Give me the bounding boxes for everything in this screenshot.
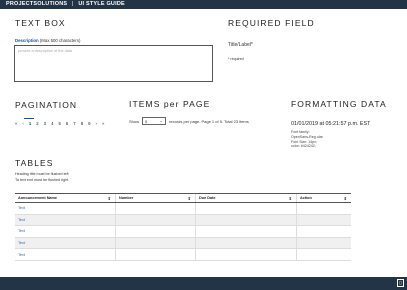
column-header-due-date[interactable]: Due Date ⇕ <box>196 194 297 202</box>
table-row: Text <box>15 203 351 215</box>
prev-page-link[interactable]: ‹ <box>22 121 25 126</box>
table-cell-link[interactable]: Text <box>15 214 116 226</box>
column-header-label: Announcement Name <box>18 196 58 200</box>
table-cell <box>116 249 196 260</box>
description-label-text: Description <box>15 38 39 43</box>
sort-icon[interactable]: ⇕ <box>344 196 347 201</box>
table-cell <box>116 226 196 237</box>
table-cell-link[interactable]: Text <box>15 237 116 249</box>
page-link-6[interactable]: 6 <box>66 121 70 126</box>
table-note-2: Ta text end must be flushed right <box>15 178 69 182</box>
data-table: Announcement Name ⇕ Number ⇕ Due Date ⇕ Act… <box>15 193 351 261</box>
page-link-2[interactable]: 2 <box>36 121 40 126</box>
table-row: Text <box>15 249 351 261</box>
description-textarea[interactable]: provide a description of the data <box>14 45 213 82</box>
table-cell <box>196 237 297 249</box>
table-cell <box>116 203 196 214</box>
column-header-announcement[interactable]: Announcement Name ⇕ <box>15 194 116 202</box>
next-page-link[interactable]: › <box>96 121 99 126</box>
textbox-heading: TEXT BOX <box>15 18 66 28</box>
items-per-page-heading: ITEMS per PAGE <box>129 99 211 109</box>
description-placeholder: provide a description of the data <box>18 49 73 53</box>
font-spec-line: OpenSans-Reg.ular <box>291 134 323 139</box>
column-header-label: Due Date <box>199 196 216 200</box>
column-header-label: Action <box>300 196 312 200</box>
page-link-1[interactable]: 1 <box>29 121 33 126</box>
sort-icon[interactable]: ⇕ <box>289 196 292 201</box>
section-title: UI STYLE GUIDE <box>78 1 125 7</box>
font-spec-line: color: #424242; <box>291 144 316 149</box>
description-hint: (Max 500 characters) <box>39 38 81 43</box>
table-cell <box>196 226 297 237</box>
table-cell <box>116 237 196 249</box>
tables-heading: TABLES <box>15 158 54 168</box>
scroll-top-icon[interactable]: ▯ <box>397 279 404 287</box>
required-heading: REQUIRED FIELD <box>228 18 315 28</box>
table-cell-link[interactable]: Text <box>15 249 116 260</box>
table-cell <box>297 238 351 249</box>
last-page-link[interactable]: » <box>102 121 106 126</box>
page-link-5[interactable]: 5 <box>58 121 62 126</box>
records-summary: records per page. Page 1 of 5. Total 23 … <box>169 118 249 124</box>
column-header-number[interactable]: Number ⇕ <box>116 194 196 202</box>
pagination-heading: PAGINATION <box>15 100 78 110</box>
items-per-page-value: 5 <box>145 118 148 124</box>
items-per-page-control: Show 5 ⌄ records per page. Page 1 of 5. … <box>129 117 249 125</box>
formatted-datetime: 01/01/2019 at 05:21:57 p.m. EST <box>291 121 371 127</box>
current-page-indicator <box>24 118 34 119</box>
chevron-down-icon: ⌄ <box>159 118 164 123</box>
page-link-7[interactable]: 7 <box>73 121 77 126</box>
table-cell <box>297 249 351 260</box>
formatting-heading: FORMATTING DATA <box>291 99 387 109</box>
table-row: Text <box>15 226 351 238</box>
description-label: Description (Max 500 characters) <box>15 38 80 43</box>
column-header-action[interactable]: Action ⇕ <box>297 194 351 202</box>
table-row: Text <box>15 214 351 227</box>
table-header-row: Announcement Name ⇕ Number ⇕ Due Date ⇕ Act… <box>15 194 351 203</box>
brand-name[interactable]: PROJECTSOLUTIONS <box>6 1 67 7</box>
table-cell <box>297 215 351 226</box>
table-cell <box>297 226 351 237</box>
title-label-field[interactable]: Title/Label* <box>228 42 253 48</box>
footer-bar: ▯ <box>0 277 407 290</box>
pagination-control[interactable]: « ‹ 1 2 3 4 5 6 7 8 9 › » <box>15 121 106 126</box>
table-cell <box>196 214 297 226</box>
table-cell <box>196 249 297 260</box>
page-link-4[interactable]: 4 <box>51 121 55 126</box>
page-link-9[interactable]: 9 <box>88 121 92 126</box>
column-header-label: Number <box>119 196 134 200</box>
table-cell-link[interactable]: Text <box>15 226 116 237</box>
table-cell <box>116 214 196 226</box>
table-cell <box>297 203 351 214</box>
required-note: * required <box>228 57 244 61</box>
table-cell <box>196 203 297 214</box>
sort-icon[interactable]: ⇕ <box>188 196 191 201</box>
page-link-3[interactable]: 3 <box>44 121 48 126</box>
header-separator: | <box>72 1 74 7</box>
show-label: Show <box>129 118 140 124</box>
items-per-page-select[interactable]: 5 ⌄ <box>142 117 167 125</box>
table-row: Text <box>15 237 351 250</box>
page-link-8[interactable]: 8 <box>81 121 85 126</box>
font-spec: Font family: OpenSans-Reg.ular Font Size… <box>291 130 323 149</box>
top-header-bar: PROJECTSOLUTIONS | UI STYLE GUIDE <box>0 0 407 9</box>
table-cell-link[interactable]: Text <box>15 203 116 214</box>
table-note-1: Heading title must be flushed left <box>15 172 69 176</box>
sort-icon[interactable]: ⇕ <box>108 196 111 201</box>
first-page-link[interactable]: « <box>15 121 19 126</box>
